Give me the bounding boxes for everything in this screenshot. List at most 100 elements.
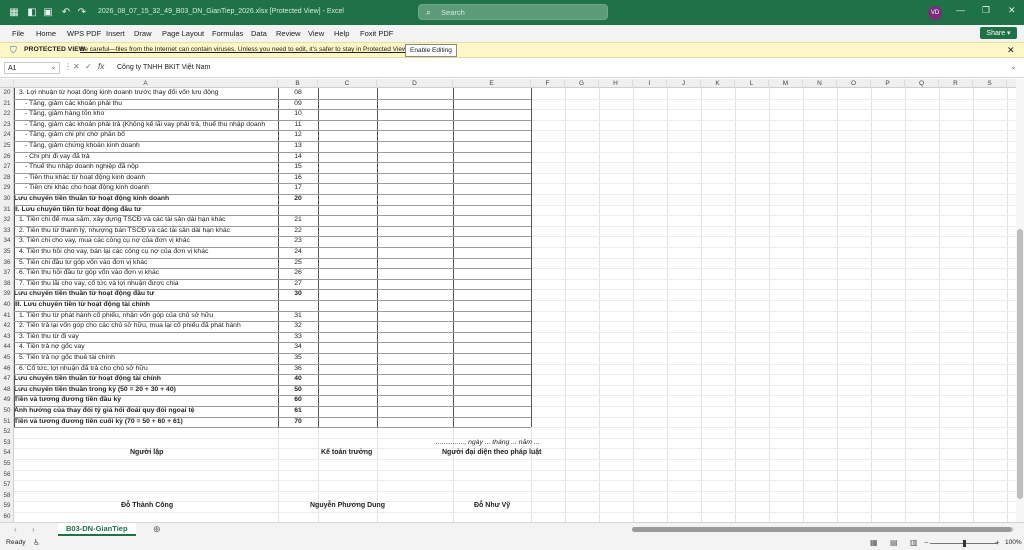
column-header-d[interactable]: D [377,79,453,88]
tab-home[interactable]: Home [36,29,56,38]
cell-a[interactable]: Ảnh hưởng của thay đổi tỷ giá hối đoái q… [14,406,278,417]
row-header[interactable]: 37 [0,268,14,279]
cell-b[interactable] [278,480,318,491]
cell-a[interactable]: 5. Tiền trả nợ gốc thuê tài chính [14,353,278,364]
plus-icon[interactable]: ⊕ [153,524,161,535]
chevron-down-icon[interactable]: ⌄ [50,62,57,71]
cell-b[interactable] [278,459,318,470]
row-header[interactable]: 60 [0,512,14,523]
cell-a[interactable] [14,427,278,438]
cell-b[interactable]: 13 [278,141,318,152]
row-header[interactable]: 20 [0,88,14,99]
tab-file[interactable]: File [12,29,24,38]
row-header[interactable]: 46 [0,364,14,375]
cell-a[interactable]: 7. Tiền thu lãi cho vay, cổ tức và lợi n… [14,279,278,290]
horizontal-scrollbar[interactable] [632,527,1014,532]
cell-b[interactable]: 70 [278,417,318,428]
cell-a[interactable]: 6. Cổ tức, lợi nhuận đã trả cho chủ sở h… [14,364,278,375]
tab-help[interactable]: Help [334,29,349,38]
column-header-b[interactable]: B [278,79,318,88]
row-header[interactable]: 23 [0,120,14,131]
cell-b[interactable] [278,438,318,449]
redo-icon[interactable]: ↷ [76,6,88,18]
cell-b[interactable]: 35 [278,353,318,364]
row-header[interactable]: 26 [0,152,14,163]
cell-b[interactable]: 61 [278,406,318,417]
expand-formula-icon[interactable]: ⌄ [1010,62,1017,71]
cell-a[interactable]: 1. Tiền thu từ phát hành cổ phiếu, nhận … [14,311,278,322]
cell-b[interactable]: 21 [278,215,318,226]
avatar[interactable]: VD [928,6,942,20]
column-header-i[interactable]: I [633,79,667,88]
column-header-o[interactable]: O [837,79,871,88]
row-header[interactable]: 42 [0,321,14,332]
row-header[interactable]: 54 [0,448,14,459]
cell-b[interactable]: 08 [278,88,318,99]
cell-b[interactable]: 12 [278,130,318,141]
row-header[interactable]: 33 [0,226,14,237]
row-header[interactable]: 39 [0,289,14,300]
cell-a[interactable] [14,480,278,491]
row-header[interactable]: 29 [0,183,14,194]
vertical-scrollbar[interactable] [1016,79,1024,522]
undo-icon[interactable]: ↶ [60,6,72,18]
minimize-icon[interactable]: — [956,5,965,15]
cell-b[interactable]: 17 [278,183,318,194]
cell-a[interactable]: 3. Tiền thu từ đi vay [14,332,278,343]
enable-editing-button[interactable]: Enable Editing [405,44,457,57]
close-icon[interactable]: ✕ [1007,45,1015,56]
cell-a[interactable]: Lưu chuyển tiền thuần từ hoạt động đầu t… [14,289,278,300]
cell-a[interactable]: - Tiền chi khác cho hoạt động kinh doanh [14,183,278,194]
column-header-h[interactable]: H [599,79,633,88]
cell-a[interactable]: Lưu chuyển tiền thuần từ hoạt động tài c… [14,374,278,385]
row-header[interactable]: 55 [0,459,14,470]
vertical-scroll-thumb[interactable] [1017,229,1023,499]
cell-a[interactable]: - Tăng, giảm chi phí chờ phân bổ [14,130,278,141]
cell-a[interactable]: 4. Tiền thu hồi cho vay, bán lại các côn… [14,247,278,258]
cell-a[interactable] [14,459,278,470]
row-header[interactable]: 59 [0,501,14,512]
cell-a[interactable]: - Tăng, giảm các khoản phải thu [14,99,278,110]
cell-a[interactable]: - Chi phí đi vay đã trả [14,152,278,163]
row-header[interactable]: 58 [0,491,14,502]
cell-a[interactable]: 3. Tiền chi cho vay, mua các công cụ nợ … [14,236,278,247]
tab-wps-pdf[interactable]: WPS PDF [67,29,101,38]
row-header[interactable]: 48 [0,385,14,396]
cell-b[interactable]: 33 [278,332,318,343]
row-header[interactable]: 32 [0,215,14,226]
column-header-l[interactable]: L [735,79,769,88]
column-header-k[interactable]: K [701,79,735,88]
restore-icon[interactable]: ❐ [982,5,990,16]
cell-b[interactable]: 20 [278,194,318,205]
cell-a[interactable]: Lưu chuyển tiền thuần trong kỳ (50 = 20 … [14,385,278,396]
cell-a[interactable]: Lưu chuyển tiền thuần từ hoạt động kinh … [14,194,278,205]
normal-view-icon[interactable]: ▦ [870,538,878,547]
autosave-icon[interactable]: ◧ [26,6,38,18]
cancel-icon[interactable]: ✕ [73,62,80,71]
cell-a[interactable]: - Thuế thu nhập doanh nghiệp đã nộp [14,162,278,173]
column-header-s[interactable]: S [973,79,1007,88]
cell-b[interactable] [278,427,318,438]
cell-a[interactable]: II. Lưu chuyển tiền từ hoạt động đầu tư [14,205,278,216]
cell-b[interactable]: 24 [278,247,318,258]
row-header[interactable]: 52 [0,427,14,438]
cell-b[interactable]: 50 [278,385,318,396]
search-box[interactable]: ⌕ Search [418,4,608,20]
close-icon[interactable]: ✕ [1008,5,1016,16]
zoom-slider-knob[interactable] [963,540,966,547]
cell-b[interactable]: 23 [278,236,318,247]
row-header[interactable]: 57 [0,480,14,491]
row-header[interactable]: 38 [0,279,14,290]
tab-view[interactable]: View [308,29,324,38]
tab-formulas[interactable]: Formulas [212,29,243,38]
sheet-tab-active[interactable]: B03-DN-GianTiep [58,523,136,536]
row-header[interactable]: 25 [0,141,14,152]
protected-view-message[interactable]: Be careful—files from the Internet can c… [80,46,408,53]
cell-a[interactable]: 3. Lợi nhuận từ hoạt động kinh doanh trư… [14,88,278,99]
accessibility-icon[interactable]: ♿ [33,538,40,547]
horizontal-scroll-thumb[interactable] [632,527,1012,532]
cell-a[interactable]: 4. Tiền trả nợ gốc vay [14,342,278,353]
row-header[interactable]: 49 [0,395,14,406]
column-header-p[interactable]: P [871,79,905,88]
cell-a[interactable]: - Tăng, giảm các khoản phải trả (Không k… [14,120,278,131]
